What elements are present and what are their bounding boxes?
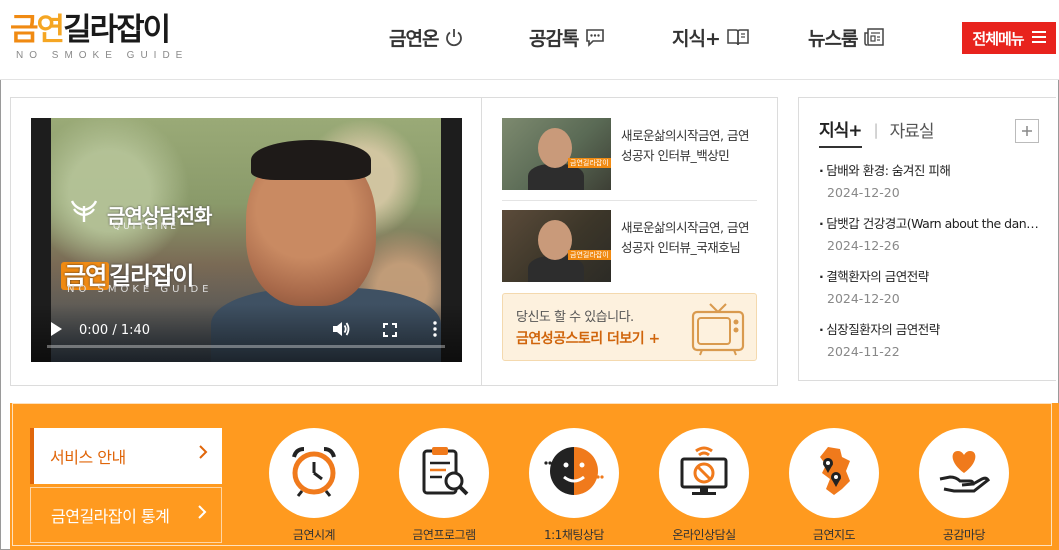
no-smoking-monitor-icon	[676, 443, 732, 503]
nav-item-geumyeonon[interactable]: 금연온	[389, 22, 464, 52]
knowledge-panel: 지식+ | 자료실 담배와 환경: 숨겨진 피해 2024-12-20 담뱃갑 …	[798, 97, 1056, 381]
chat-bubble-icon	[584, 27, 606, 47]
knowledge-item[interactable]: 담배와 환경: 숨겨진 피해 2024-12-20	[819, 160, 1041, 200]
knowledge-item[interactable]: 담뱃갑 건강경고(Warn about the dangers of tobac…	[819, 213, 1041, 253]
tab-statistics[interactable]: 금연길라잡이 통계	[30, 487, 222, 543]
logo-tagline: NO SMOKE GUIDE	[16, 50, 189, 61]
media-panel: 금연상담전화 QUITLINE 금연 길라잡이 NO SMOKE GUIDE 0:…	[10, 97, 778, 386]
knowledge-item-title: 심장질환자의 금연전략	[819, 319, 1041, 338]
plus-icon	[1021, 122, 1033, 141]
fullscreen-icon[interactable]	[383, 322, 397, 341]
knowledge-item-date: 2024-12-26	[827, 238, 900, 253]
story-title: 새로운삶의시작금연, 금연성공자 인터뷰_백상민	[621, 128, 749, 163]
nav-item-newsroom[interactable]: 뉴스룸	[808, 22, 885, 52]
video-progress-bar[interactable]	[47, 345, 445, 348]
volume-icon[interactable]	[331, 320, 351, 342]
story-thumbnail: 금연길라잡이	[502, 210, 611, 282]
video-controls: 0:00 / 1:40	[31, 304, 462, 362]
service-online-counseling[interactable]: 온라인상담실	[658, 428, 750, 543]
service-quit-program[interactable]: 금연프로그램	[398, 428, 490, 543]
knowledge-item[interactable]: 결핵환자의 금연전략 2024-12-20	[819, 266, 1041, 306]
video-player[interactable]: 금연상담전화 QUITLINE 금연 길라잡이 NO SMOKE GUIDE 0:…	[31, 118, 462, 362]
logo-wordmark: 금연길라잡이	[10, 12, 171, 48]
service-one-on-one-chat[interactable]: 1:1채팅상담	[528, 428, 620, 543]
site-logo[interactable]: 금연길라잡이 NO SMOKE GUIDE	[10, 12, 200, 68]
knowledge-item-date: 2024-12-20	[827, 185, 900, 200]
chevron-right-icon	[198, 444, 208, 464]
more-options-icon[interactable]	[433, 321, 437, 341]
service-band: 서비스 안내 금연길라잡이 통계 금연시계 금연프로그램 1:1채팅상담 온라인…	[10, 403, 1059, 550]
knowledge-item[interactable]: 심장질환자의 금연전략 2024-11-22	[819, 319, 1041, 359]
full-menu-button[interactable]: 전체메뉴	[962, 22, 1056, 54]
success-story-promo[interactable]: 당신도 할 수 있습니다. 금연성공스토리 더보기 +	[502, 293, 757, 361]
knowledge-item-title: 담뱃갑 건강경고(Warn about the dangers of tobac…	[819, 213, 1041, 232]
chevron-right-icon	[197, 504, 207, 524]
service-empathy-yard[interactable]: 공감마당	[918, 428, 1010, 543]
tab-jisik-plus[interactable]: 지식+	[819, 116, 863, 148]
chat-face-icon	[544, 443, 604, 503]
knowledge-item-title: 담배와 환경: 숨겨진 피해	[819, 160, 1041, 179]
service-quit-clock[interactable]: 금연시계	[268, 428, 360, 543]
story-thumbnail: 금연길라잡이	[502, 118, 611, 190]
quitline-leaf-icon	[69, 198, 99, 230]
knowledge-item-date: 2024-11-22	[827, 344, 900, 359]
tab-archive[interactable]: 자료실	[890, 117, 935, 147]
nav-item-jisik-plus[interactable]: 지식+	[672, 22, 750, 52]
tv-icon	[690, 300, 746, 360]
story-item[interactable]: 금연길라잡이 새로운삶의시작금연, 금연성공자 인터뷰_국재호님	[502, 210, 757, 282]
heart-hand-icon	[936, 443, 992, 503]
clipboard-search-icon	[416, 443, 472, 503]
alarm-clock-icon	[286, 443, 342, 503]
map-pin-icon	[806, 443, 862, 503]
video-overlay-quitline-en: QUITLINE	[113, 222, 179, 232]
video-time: 0:00 / 1:40	[79, 323, 151, 338]
story-item[interactable]: 금연길라잡이 새로운삶의시작금연, 금연성공자 인터뷰_백상민	[502, 118, 757, 190]
video-overlay-logo-sub: NO SMOKE GUIDE	[67, 284, 213, 295]
knowledge-item-title: 결핵환자의 금연전략	[819, 266, 1041, 285]
play-icon[interactable]	[49, 321, 63, 341]
knowledge-tabs: 지식+ | 자료실	[819, 116, 935, 148]
book-icon	[726, 27, 750, 47]
nav-item-gonggamtok[interactable]: 공감톡	[529, 22, 606, 52]
tab-service-guide[interactable]: 서비스 안내	[30, 428, 222, 484]
site-header: 금연길라잡이 NO SMOKE GUIDE 금연온 공감톡 지식+ 뉴스룸 전체…	[0, 0, 1059, 80]
service-quit-map[interactable]: 금연지도	[788, 428, 880, 543]
knowledge-item-date: 2024-12-20	[827, 291, 900, 306]
video-person-hair	[251, 140, 371, 180]
story-title: 새로운삶의시작금연, 금연성공자 인터뷰_국재호님	[621, 220, 749, 255]
promo-title: 금연성공스토리 더보기 +	[516, 331, 660, 347]
knowledge-more-button[interactable]	[1015, 119, 1039, 143]
hamburger-icon	[1031, 29, 1046, 47]
newspaper-icon	[863, 27, 885, 47]
power-icon	[444, 27, 464, 47]
promo-subtitle: 당신도 할 수 있습니다.	[516, 310, 634, 325]
